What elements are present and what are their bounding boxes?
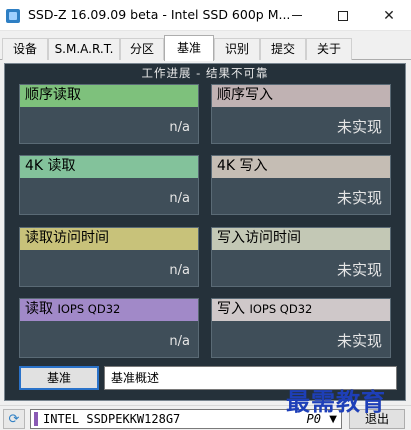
seq-write-value: 未实现 — [336, 118, 382, 136]
4k-read-label: 4K 读取 — [20, 156, 198, 178]
tab-about[interactable]: 关于 — [306, 38, 352, 60]
read-iops-label-sub: IOPS QD32 — [57, 302, 121, 316]
tab-smart[interactable]: S.M.A.R.T. — [48, 38, 120, 60]
seq-read-value: n/a — [169, 120, 190, 135]
tab-partition[interactable]: 分区 — [120, 38, 164, 60]
tab-device[interactable]: 设备 — [2, 38, 48, 60]
refresh-icon: ⟳ — [8, 411, 20, 427]
tab-benchmark[interactable]: 基准 — [164, 35, 214, 61]
drive-color-marker — [34, 412, 38, 426]
write-iops-card: 写入 IOPS QD32 未实现 — [211, 298, 391, 358]
4k-write-value: 未实现 — [336, 189, 382, 207]
maximize-icon — [338, 10, 348, 21]
read-access-time-value: n/a — [169, 263, 190, 278]
4k-read-value: n/a — [169, 191, 190, 206]
watermark-logo: 最需教育 — [286, 387, 386, 416]
minimize-button[interactable] — [274, 0, 320, 31]
4k-write-label: 4K 写入 — [212, 156, 390, 178]
close-icon: ✕ — [383, 7, 395, 24]
write-access-time-card: 写入访问时间 未实现 — [211, 227, 391, 287]
seq-read-label: 顺序读取 — [20, 85, 198, 107]
tab-identify[interactable]: 识别 — [214, 38, 260, 60]
tab-submit[interactable]: 提交 — [260, 38, 306, 60]
seq-write-card: 顺序写入 未实现 — [211, 84, 391, 144]
title-bar: SSD-Z 16.09.09 beta - Intel SSD 600p M..… — [0, 0, 411, 31]
benchmark-panel: 工作进展 - 结果不可靠 顺序读取 n/a 顺序写入 未实现 4K 读取 n/a… — [4, 63, 406, 401]
app-icon — [6, 9, 20, 23]
write-access-time-label: 写入访问时间 — [212, 228, 390, 250]
refresh-button[interactable]: ⟳ — [3, 409, 25, 429]
write-iops-label-main: 写入 — [217, 301, 245, 317]
read-access-time-card: 读取访问时间 n/a — [19, 227, 199, 287]
4k-read-card: 4K 读取 n/a — [19, 155, 199, 215]
panel-caption: 工作进展 - 结果不可靠 — [141, 66, 269, 80]
seq-write-label: 顺序写入 — [212, 85, 390, 107]
read-iops-label: 读取 IOPS QD32 — [20, 299, 198, 321]
maximize-button[interactable] — [320, 0, 366, 31]
read-iops-label-main: 读取 — [25, 301, 53, 317]
read-access-time-label: 读取访问时间 — [20, 228, 198, 250]
close-button[interactable]: ✕ — [366, 0, 411, 31]
read-iops-card: 读取 IOPS QD32 n/a — [19, 298, 199, 358]
window-title: SSD-Z 16.09.09 beta - Intel SSD 600p M..… — [28, 7, 291, 22]
write-iops-label-sub: IOPS QD32 — [249, 302, 313, 316]
tab-bar: 设备 S.M.A.R.T. 分区 基准 识别 提交 关于 — [0, 35, 411, 61]
write-iops-value: 未实现 — [336, 332, 382, 350]
seq-read-card: 顺序读取 n/a — [19, 84, 199, 144]
minimize-icon — [292, 15, 302, 16]
write-access-time-value: 未实现 — [336, 261, 382, 279]
run-benchmark-button[interactable]: 基准 — [19, 366, 99, 390]
drive-name: INTEL SSDPEKKW128G7 — [43, 412, 181, 426]
write-iops-label: 写入 IOPS QD32 — [212, 299, 390, 321]
4k-write-card: 4K 写入 未实现 — [211, 155, 391, 215]
read-iops-value: n/a — [169, 334, 190, 349]
